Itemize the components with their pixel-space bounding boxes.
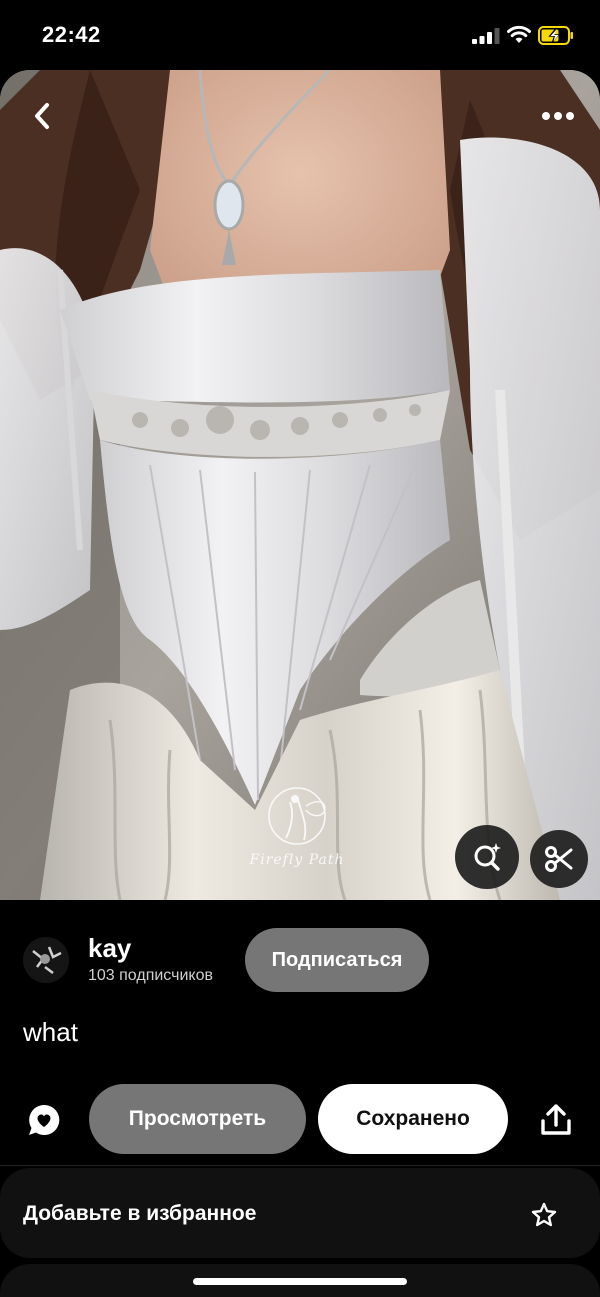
cutout-button[interactable] bbox=[530, 830, 588, 888]
avatar-image bbox=[23, 937, 69, 983]
more-dots-icon bbox=[542, 112, 574, 120]
saved-button[interactable]: Сохранено bbox=[318, 1084, 508, 1154]
add-to-favorites-card[interactable]: Добавьте в избранное bbox=[0, 1168, 600, 1258]
follow-button[interactable]: Подписаться bbox=[245, 928, 429, 992]
follower-count: 103 подписчиков bbox=[88, 967, 213, 984]
divider bbox=[0, 1165, 600, 1166]
status-time: 22:42 bbox=[42, 22, 101, 47]
status-bar: 22:42 bbox=[0, 0, 600, 70]
star-icon bbox=[531, 1202, 557, 1227]
action-bar: Просмотреть Сохранено bbox=[0, 1080, 600, 1160]
watermark-text: Firefly Path bbox=[249, 852, 345, 868]
back-button[interactable] bbox=[22, 96, 62, 136]
comment-button[interactable] bbox=[22, 1098, 66, 1142]
watermark: Firefly Path bbox=[232, 782, 362, 882]
favorite-star-button[interactable] bbox=[530, 1201, 558, 1229]
add-to-favorites-label: Добавьте в избранное bbox=[23, 1202, 257, 1225]
battery-charging-icon bbox=[538, 26, 573, 45]
author-avatar[interactable] bbox=[23, 937, 69, 983]
more-options-button[interactable] bbox=[536, 98, 580, 134]
pin-image[interactable]: Firefly Path bbox=[0, 70, 600, 900]
home-indicator bbox=[193, 1278, 407, 1285]
scissors-icon bbox=[545, 846, 573, 872]
author-name[interactable]: kay bbox=[88, 933, 131, 964]
share-upload-icon bbox=[541, 1104, 571, 1135]
dress-photo bbox=[0, 70, 600, 900]
watermark-logo bbox=[268, 787, 326, 845]
view-button[interactable]: Просмотреть bbox=[89, 1084, 306, 1154]
comment-bubble-icon bbox=[29, 1104, 60, 1135]
visual-search-button[interactable] bbox=[455, 825, 519, 889]
cellular-signal-icon bbox=[472, 28, 500, 44]
wifi-icon bbox=[507, 25, 531, 43]
chevron-left-icon bbox=[35, 103, 49, 129]
share-button[interactable] bbox=[534, 1098, 578, 1142]
pin-title: what bbox=[23, 1017, 78, 1047]
lens-search-icon bbox=[474, 843, 501, 871]
